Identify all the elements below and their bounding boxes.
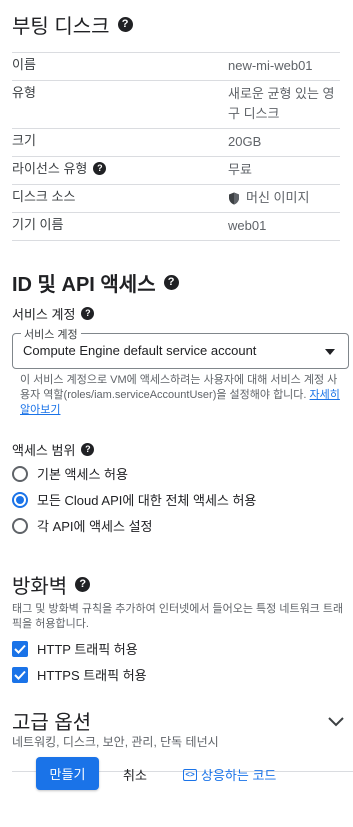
help-icon[interactable]: ? — [163, 275, 179, 290]
create-button[interactable]: 만들기 — [36, 757, 99, 790]
help-icon[interactable]: ? — [93, 162, 107, 175]
table-row: 라이선스 유형 ? 무료 — [12, 156, 340, 184]
radio-button[interactable] — [12, 517, 28, 534]
row-key: 유형 — [12, 85, 36, 100]
table-row: 기기 이름 web01 — [12, 212, 340, 241]
table-row: 이름 new-mi-web01 — [12, 52, 340, 80]
service-account-select[interactable]: 서비스 계정 Compute Engine default service ac… — [12, 326, 349, 369]
checkbox-label: HTTP 트래픽 허용 — [37, 642, 138, 657]
code-icon: <> — [183, 768, 197, 781]
row-value: 무료 — [228, 162, 252, 177]
checkbox[interactable] — [12, 640, 28, 657]
table-row: 디스크 소스 머신 이미지 — [12, 184, 340, 212]
firewall-title-row: 방화벽 ? — [12, 570, 91, 599]
dropdown-arrow-icon — [325, 349, 335, 355]
service-account-label-row: 서비스 계정 ? — [12, 304, 95, 323]
row-key: 이름 — [12, 57, 36, 72]
select-value: Compute Engine default service account — [23, 343, 257, 358]
identity-title: ID 및 API 액세스 — [12, 274, 156, 296]
cancel-button[interactable]: 취소 — [123, 765, 147, 784]
access-scope-label: 액세스 범위 — [12, 443, 76, 458]
checkbox-label: HTTPS 트래픽 허용 — [37, 668, 147, 683]
radio-label: 각 API에 액세스 설정 — [37, 519, 153, 534]
radio-button[interactable] — [12, 465, 28, 482]
shield-icon — [229, 192, 239, 204]
radio-full-access[interactable]: 모든 Cloud API에 대한 전체 액세스 허용 — [12, 490, 256, 509]
service-account-label: 서비스 계정 — [12, 307, 76, 322]
row-key: 크기 — [12, 133, 36, 148]
radio-label: 모든 Cloud API에 대한 전체 액세스 허용 — [37, 493, 257, 508]
chevron-down-icon[interactable] — [327, 716, 345, 728]
firewall-title: 방화벽 — [12, 576, 68, 598]
help-icon[interactable]: ? — [81, 307, 95, 320]
checkmark-icon — [14, 670, 26, 680]
firewall-description: 태그 및 방화벽 규칙을 추가하여 인터넷에서 들어오는 특정 네트워크 트래픽… — [12, 603, 344, 630]
row-value: 20GB — [228, 134, 262, 149]
checkmark-icon — [14, 644, 26, 654]
checkbox[interactable] — [12, 666, 28, 683]
boot-disk-table: 이름 new-mi-web01 유형 새로운 균형 있는 영구 디스크 크기 2… — [12, 52, 340, 241]
boot-disk-title: 부팅 디스크 — [12, 16, 110, 38]
access-scope-label-row: 액세스 범위 ? — [12, 440, 95, 459]
help-icon[interactable]: ? — [81, 443, 95, 456]
row-value-with-icon: 머신 이미지 — [228, 185, 340, 212]
boot-disk-title-row: 부팅 디스크 ? — [12, 10, 133, 39]
row-value: 새로운 균형 있는 영구 디스크 — [228, 86, 335, 121]
equivalent-code-button[interactable]: <> 상응하는 코드 — [183, 765, 276, 784]
checkbox-http[interactable]: HTTP 트래픽 허용 — [12, 639, 138, 658]
help-icon[interactable]: ? — [75, 577, 91, 592]
service-account-helper: 이 서비스 계정으로 VM에 액세스하려는 사용자에 대해 서비스 계정 사용자… — [20, 373, 342, 418]
equivalent-code-label: 상응하는 코드 — [201, 768, 277, 783]
radio-label: 기본 액세스 허용 — [37, 467, 128, 482]
row-key-with-help: 라이선스 유형 ? — [12, 157, 228, 184]
helper-text: 이 서비스 계정으로 VM에 액세스하려는 사용자에 대해 서비스 계정 사용자… — [20, 374, 338, 401]
table-row: 크기 20GB — [12, 128, 340, 156]
row-value-label: 머신 이미지 — [246, 190, 310, 205]
row-key-label: 라이선스 유형 — [12, 161, 88, 176]
radio-default-access[interactable]: 기본 액세스 허용 — [12, 464, 128, 483]
row-value: new-mi-web01 — [228, 58, 313, 73]
row-key: 디스크 소스 — [12, 189, 76, 204]
checkbox-https[interactable]: HTTPS 트래픽 허용 — [12, 665, 147, 684]
radio-per-api-access[interactable]: 각 API에 액세스 설정 — [12, 516, 153, 535]
table-row: 유형 새로운 균형 있는 영구 디스크 — [12, 80, 340, 128]
row-value: web01 — [228, 218, 267, 233]
select-legend: 서비스 계정 — [21, 326, 81, 342]
advanced-options-subtitle: 네트워킹, 디스크, 보안, 관리, 단독 테넌시 — [12, 735, 219, 749]
identity-title-row: ID 및 API 액세스 ? — [12, 268, 179, 297]
help-icon[interactable]: ? — [117, 17, 133, 32]
row-key: 기기 이름 — [12, 217, 64, 232]
radio-button[interactable] — [12, 491, 28, 508]
advanced-options-title[interactable]: 고급 옵션 — [12, 706, 91, 735]
